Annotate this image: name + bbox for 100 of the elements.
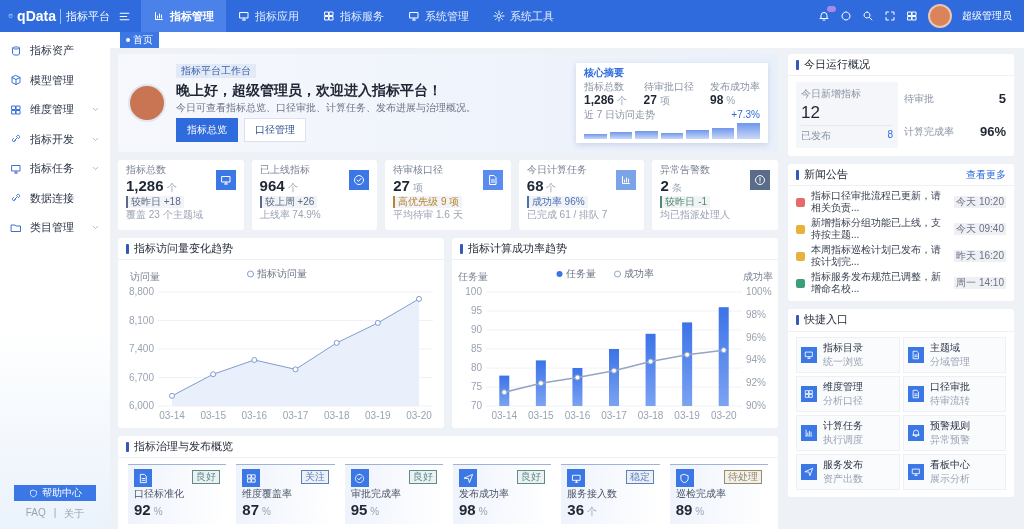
- welcome-title: 晚上好，超级管理员，欢迎进入指标平台！: [176, 81, 442, 99]
- axis-label: 98%: [746, 309, 766, 320]
- shortcut-subtitle: 待审流转: [929, 393, 970, 408]
- shortcut-title: 服务发布: [823, 457, 863, 472]
- metric-value: 98 %: [459, 500, 489, 519]
- overview-label: 已发布: [801, 129, 831, 144]
- sidebar-label: 指标资产: [30, 43, 75, 59]
- status-tag: 待处理: [724, 470, 762, 484]
- axis-label: 8,100: [128, 314, 154, 326]
- axis-label: 8,800: [128, 286, 154, 298]
- legend-label: 成功率: [623, 268, 654, 280]
- metric-label: 指标总数: [584, 80, 625, 93]
- stat-value: 1,286 个: [126, 177, 177, 195]
- axis-label: 90%: [746, 400, 766, 412]
- stat-label: 已上线指标: [259, 164, 310, 176]
- stat-label: 今日计算任务: [526, 164, 587, 176]
- status-tag: 关注: [300, 470, 329, 484]
- sidebar-label: 维度管理: [30, 102, 75, 118]
- stat-value: 964 个: [259, 177, 298, 195]
- stat-chip: 较上周 +26: [259, 196, 318, 208]
- metric-value: 27 项: [643, 92, 671, 108]
- panel-title: 今日运行概况: [804, 58, 870, 72]
- stat-value: 27 项: [393, 177, 423, 195]
- stat-value: 2 条: [660, 177, 682, 195]
- stat-label: 异常告警数: [660, 164, 711, 176]
- shortcut-subtitle: 执行调度: [823, 432, 863, 447]
- axis-label: 90: [470, 324, 482, 336]
- axis-label: 03-19: [674, 410, 700, 422]
- shortcut-title: 维度管理: [823, 379, 863, 394]
- axis-label: 03-16: [564, 410, 591, 422]
- sidebar-label: 类目管理: [30, 220, 75, 236]
- overview-label: 待审批: [904, 91, 934, 106]
- status-tag: 良好: [517, 470, 546, 484]
- axis-label: 03-19: [365, 410, 391, 422]
- overview-label: 计算完成率: [904, 124, 954, 139]
- status-tag: 稳定: [625, 470, 654, 484]
- axis-label: 96%: [746, 331, 766, 343]
- axis-label: 03-14: [159, 410, 185, 422]
- axis-title: 访问量: [130, 271, 160, 283]
- overview-value: 8: [887, 129, 893, 143]
- shortcut-title: 主题域: [929, 340, 961, 355]
- panel-title: 指标计算成功率趋势: [468, 242, 567, 256]
- news-date: 周一 14:10: [954, 277, 1006, 290]
- shortcut-title: 计算任务: [823, 418, 863, 433]
- metric-value: 95 %: [350, 500, 381, 519]
- trend-label: 近 7 日访问走势: [584, 109, 656, 122]
- axis-label: 03-18: [323, 410, 350, 422]
- axis-label: 03-17: [601, 410, 627, 422]
- axis-label: 92%: [746, 377, 766, 389]
- shortcut-subtitle: 异常预警: [929, 432, 970, 447]
- metric-label: 服务接入数: [567, 488, 619, 500]
- metric-value: 87 %: [242, 500, 272, 519]
- metric-value: 98 %: [710, 92, 737, 108]
- panel-title: 指标治理与发布概览: [134, 440, 233, 454]
- axis-title: 任务量: [458, 271, 488, 283]
- metric-label: 审批完成率: [350, 488, 402, 500]
- metric-label: 发布成功率: [459, 488, 510, 500]
- axis-label: 03-18: [637, 410, 664, 422]
- axis-label: 03-20: [406, 410, 432, 422]
- overview-label: 今日新增指标: [801, 87, 862, 102]
- sidebar-label: 数据连接: [30, 190, 75, 206]
- axis-label: 03-17: [282, 410, 309, 422]
- axis-label: 03-20: [710, 410, 737, 422]
- news-date: 今天 10:20: [954, 196, 1006, 209]
- axis-label: 7,400: [128, 343, 154, 355]
- stat-chip: 较昨日 +18: [126, 196, 184, 208]
- axis-label: 85: [470, 343, 482, 355]
- axis-label: 6,000: [128, 400, 154, 412]
- stat-note: 均已指派处理人: [660, 209, 731, 221]
- axis-label: 95: [470, 305, 482, 317]
- stat-label: 指标总数: [126, 164, 166, 176]
- product-name: 指标平台: [60, 8, 110, 24]
- metric-value: 92 %: [134, 500, 164, 519]
- shortcut-title: 预警规则: [929, 418, 970, 433]
- status-tag: 良好: [192, 470, 221, 484]
- axis-label: 03-16: [241, 410, 268, 422]
- axis-label: 100%: [746, 286, 772, 298]
- stat-note: 已完成 61 / 排队 7: [526, 209, 608, 221]
- axis-label: 6,700: [128, 371, 154, 383]
- axis-label: 03-14: [491, 410, 518, 422]
- sidebar-label: 指标任务: [30, 161, 75, 177]
- shortcut-subtitle: 分析口径: [823, 393, 863, 408]
- overview-value: 96%: [979, 124, 1006, 140]
- panel-title: 新闻公告: [804, 168, 848, 182]
- welcome-subtitle: 今日可查看指标总览、口径审批、计算任务、发布进展与治理概况。: [176, 102, 476, 115]
- banner-tag: 指标平台工作台: [176, 63, 256, 78]
- stat-note: 上线率 74.9%: [259, 209, 321, 221]
- metric-label: 口径标准化: [134, 488, 185, 500]
- summary-title: 核心摘要: [584, 66, 625, 79]
- shortcut-subtitle: 分域管理: [929, 354, 970, 369]
- stat-note: 平均待审 1.6 天: [393, 209, 463, 221]
- logo-text: qData: [17, 8, 56, 24]
- shortcut-subtitle: 展示分析: [929, 471, 970, 486]
- stat-label: 待审核口径: [393, 164, 444, 176]
- axis-label: 80: [470, 362, 482, 374]
- chart-legend: 指标访问量: [247, 268, 307, 280]
- metric-label: 发布成功率: [710, 80, 760, 93]
- metric-label: 待审批口径: [643, 80, 694, 93]
- trend-change: +7.3%: [731, 109, 760, 122]
- sidebar-label: 模型管理: [30, 72, 75, 88]
